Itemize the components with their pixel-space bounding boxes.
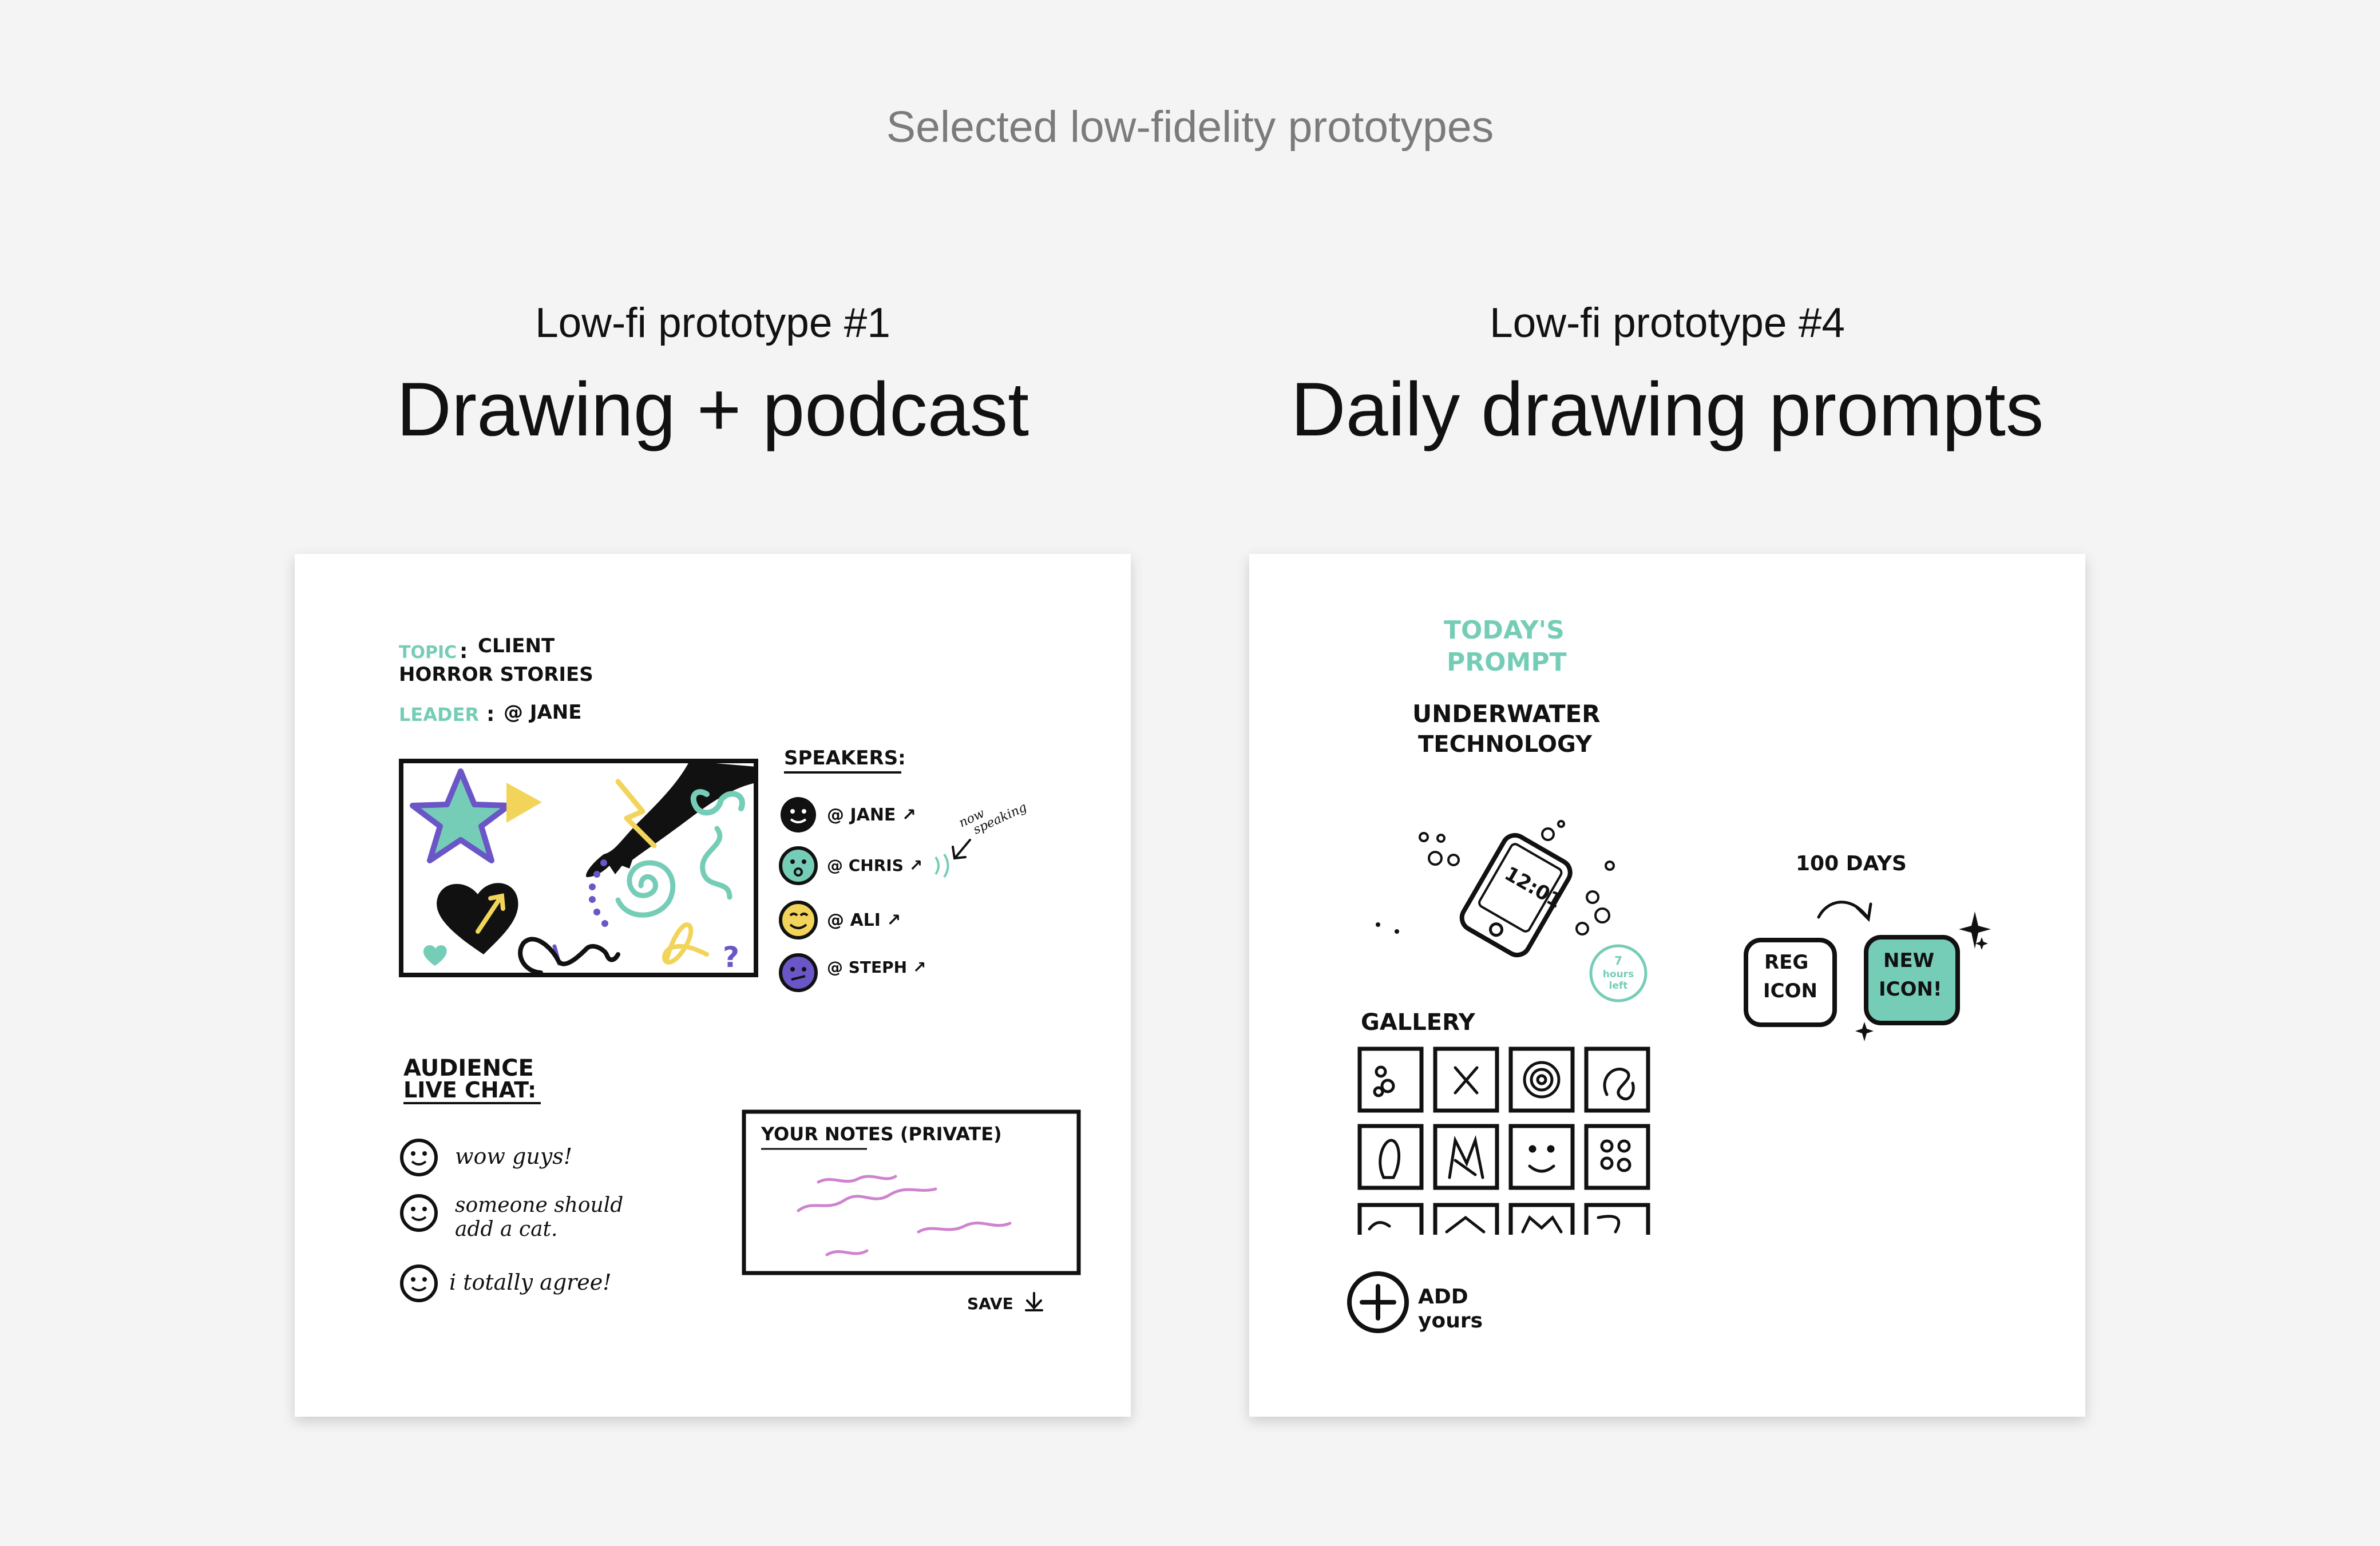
gallery-tile[interactable] bbox=[1584, 1124, 1650, 1190]
speakers-heading: SPEAKERS: bbox=[784, 747, 906, 770]
prompt-heading-2: PROMPT bbox=[1447, 648, 1567, 677]
prototype-1-title: Drawing + podcast bbox=[396, 367, 1029, 452]
leader-label: LEADER bbox=[399, 704, 479, 726]
drawing-canvas[interactable]: ? bbox=[399, 759, 758, 977]
chat-message-2: someone should add a cat. bbox=[400, 1194, 623, 1241]
arrow-icon bbox=[1817, 901, 1872, 922]
notes-box[interactable]: YOUR NOTES (PRIVATE) bbox=[742, 1109, 1081, 1275]
speaker-avatar-chris bbox=[779, 846, 818, 885]
hand-doodle bbox=[586, 761, 756, 877]
svg-text:i totally agree!: i totally agree! bbox=[449, 1270, 612, 1295]
chat-heading-2: LIVE CHAT: bbox=[403, 1077, 536, 1103]
speaker-row-jane[interactable]: @ JANE ↗ bbox=[781, 797, 916, 833]
speaker-avatar-jane bbox=[781, 797, 816, 833]
svg-text::: : bbox=[486, 703, 494, 726]
speaker-name-steph: @ STEPH ↗ bbox=[827, 958, 926, 977]
prompt-text-2: TECHNOLOGY bbox=[1418, 731, 1593, 758]
add-yours-button[interactable]: ADD yours bbox=[1347, 1271, 1483, 1333]
prototype-4: Low-fi prototype #4 Daily drawing prompt… bbox=[1249, 0, 2085, 1546]
svg-text:someone should: someone should bbox=[455, 1194, 623, 1217]
star-doodle bbox=[410, 768, 512, 863]
gallery-tile[interactable] bbox=[1508, 1124, 1575, 1190]
speaker-row-chris[interactable]: @ CHRIS ↗ bbox=[779, 846, 949, 885]
smiley-icon bbox=[400, 1194, 438, 1232]
reg-icon-tile[interactable]: REG ICON bbox=[1744, 938, 1837, 1027]
download-icon bbox=[1025, 1292, 1043, 1311]
speaker-avatar-ali bbox=[779, 901, 818, 940]
new-icon-tile[interactable]: NEW ICON! bbox=[1864, 935, 1960, 1025]
svg-text:NEW: NEW bbox=[1883, 949, 1934, 972]
topic-value-2: HORROR STORIES bbox=[399, 663, 593, 686]
gallery-tile[interactable] bbox=[1508, 1046, 1575, 1113]
svg-text::: : bbox=[460, 640, 468, 663]
prototype-1-subtitle: Low-fi prototype #1 bbox=[535, 300, 890, 346]
prompt-text-1: UNDERWATER bbox=[1412, 700, 1601, 728]
prototype-4-title: Daily drawing prompts bbox=[1290, 367, 2044, 452]
notes-heading: YOUR NOTES (PRIVATE) bbox=[761, 1123, 1002, 1145]
speaker-avatar-steph bbox=[779, 953, 818, 992]
svg-text:ICON!: ICON! bbox=[1879, 978, 1942, 1001]
svg-text:wow guys!: wow guys! bbox=[455, 1144, 572, 1169]
speaker-row-ali[interactable]: @ ALI ↗ bbox=[779, 901, 901, 940]
topic-value-1: CLIENT bbox=[478, 635, 555, 657]
svg-text:hours: hours bbox=[1603, 969, 1634, 980]
svg-text:add a cat.: add a cat. bbox=[455, 1218, 557, 1241]
phone-time: 12:01 bbox=[1500, 862, 1566, 913]
gallery-tile[interactable] bbox=[1433, 1124, 1499, 1190]
svg-text:left: left bbox=[1609, 980, 1628, 992]
svg-text:yours: yours bbox=[1418, 1309, 1483, 1333]
speaker-name-ali: @ ALI ↗ bbox=[827, 910, 901, 930]
heart-doodle bbox=[437, 883, 518, 954]
svg-text:SAVE: SAVE bbox=[967, 1294, 1013, 1313]
speaker-name-jane: @ JANE ↗ bbox=[827, 805, 916, 825]
leader-value: @ JANE bbox=[504, 701, 581, 724]
prototype-4-subtitle: Low-fi prototype #4 bbox=[1490, 300, 1845, 346]
prompt-heading-1: TODAY'S bbox=[1444, 616, 1565, 645]
chat-message-3: i totally agree! bbox=[400, 1264, 612, 1302]
chat-message-1: wow guys! bbox=[400, 1139, 572, 1176]
phone-doodle: 12:01 bbox=[1459, 833, 1573, 958]
svg-text:ADD: ADD bbox=[1418, 1285, 1468, 1309]
prototype-1-sketch-card: TOPIC : CLIENT HORROR STORIES LEADER : @… bbox=[295, 554, 1131, 1417]
svg-text:REG: REG bbox=[1764, 951, 1808, 974]
prototype-4-sketch: TODAY'S PROMPT UNDERWATER TECHNOLOGY 12:… bbox=[1347, 616, 1991, 1333]
days-label: 100 DAYS bbox=[1796, 852, 1907, 875]
svg-text:ICON: ICON bbox=[1763, 980, 1817, 1002]
prototype-1: Low-fi prototype #1 Drawing + podcast TO… bbox=[295, 0, 1131, 1546]
svg-text:7: 7 bbox=[1614, 954, 1622, 968]
smiley-icon bbox=[400, 1139, 438, 1176]
svg-text:?: ? bbox=[723, 941, 739, 974]
swirl-doodle bbox=[615, 860, 676, 918]
speaker-row-steph[interactable]: @ STEPH ↗ bbox=[779, 953, 926, 992]
speaker-name-chris: @ CHRIS ↗ bbox=[827, 856, 922, 875]
prototype-4-sketch-card: TODAY'S PROMPT UNDERWATER TECHNOLOGY 12:… bbox=[1249, 554, 2085, 1417]
hours-left-badge: 7 hours left bbox=[1589, 944, 1648, 1002]
gallery-heading: GALLERY bbox=[1361, 1009, 1476, 1036]
triangle-doodle bbox=[506, 783, 542, 823]
prototype-1-sketch: TOPIC : CLIENT HORROR STORIES LEADER : @… bbox=[399, 635, 1081, 1313]
save-button[interactable]: SAVE bbox=[967, 1292, 1043, 1313]
smiley-icon bbox=[400, 1264, 438, 1302]
gallery-tile[interactable] bbox=[1584, 1046, 1650, 1113]
topic-label: TOPIC bbox=[399, 643, 457, 663]
